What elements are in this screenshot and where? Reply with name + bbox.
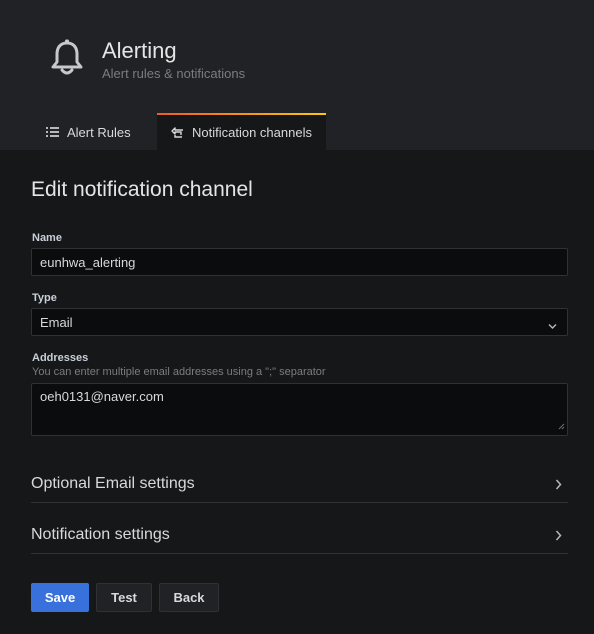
type-select-value: Email (40, 314, 73, 330)
addresses-label: Addresses (32, 352, 89, 364)
save-button[interactable]: Save (31, 583, 89, 612)
type-select[interactable]: Email (31, 308, 568, 336)
name-label: Name (32, 232, 62, 244)
type-label: Type (32, 292, 57, 304)
optional-email-settings-label: Optional Email settings (31, 475, 195, 492)
name-field[interactable]: eunhwa_alerting (31, 248, 568, 276)
notification-settings-section[interactable]: Notification settings (31, 517, 568, 554)
resize-grip-icon[interactable] (558, 418, 565, 433)
channels-icon (171, 126, 184, 139)
back-button[interactable]: Back (159, 583, 219, 612)
list-icon (46, 127, 59, 137)
optional-email-settings-section[interactable]: Optional Email settings (31, 466, 568, 503)
page-title: Alerting (102, 38, 177, 63)
tab-alert-rules[interactable]: Alert Rules (46, 114, 131, 150)
notification-settings-label: Notification settings (31, 526, 170, 543)
page-header: Alerting Alert rules & notifications Ale… (0, 0, 594, 150)
chevron-right-icon (555, 479, 562, 490)
chevron-down-icon (548, 318, 557, 333)
test-button[interactable]: Test (96, 583, 152, 612)
addresses-textarea-value: oeh0131@naver.com (40, 389, 164, 404)
page-subtitle: Alert rules & notifications (102, 66, 246, 81)
tab-alert-rules-label: Alert Rules (67, 124, 131, 140)
bell-icon (51, 39, 83, 75)
chevron-right-icon (555, 530, 562, 541)
name-field-value: eunhwa_alerting (40, 254, 136, 270)
tab-notification-channels-label: Notification channels (192, 125, 312, 140)
form-heading: Edit notification channel (31, 178, 253, 201)
addresses-textarea[interactable]: oeh0131@naver.com (31, 383, 568, 436)
tab-notification-channels[interactable]: Notification channels (157, 113, 326, 150)
addresses-description: You can enter multiple email addresses u… (32, 366, 326, 378)
